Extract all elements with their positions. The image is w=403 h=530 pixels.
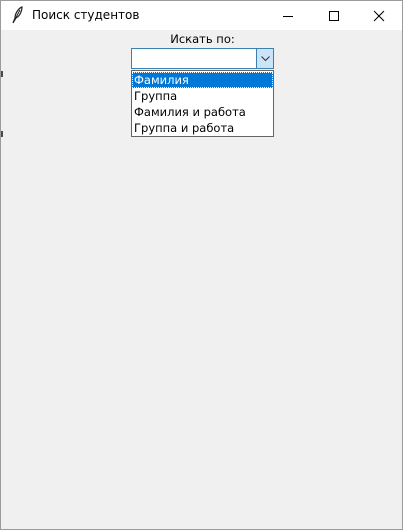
dropdown-option-surname[interactable]: Фамилия [132,72,273,88]
chevron-down-icon [260,55,270,61]
window-edge-mark [1,71,3,77]
search-by-dropdown-list[interactable]: Фамилия Группа Фамилия и работа Группа и… [131,70,274,137]
maximize-icon [329,10,339,21]
title-bar[interactable]: Поиск студентов [1,1,402,30]
search-by-combobox[interactable] [131,48,274,69]
close-icon [373,10,385,21]
search-by-label: Искать по: [170,32,235,46]
maximize-button[interactable] [311,1,357,30]
minimize-icon [283,15,293,17]
close-button[interactable] [356,1,402,30]
app-window: Поиск студентов Искать по: Фамилия Групп… [0,0,403,530]
window-title: Поиск студентов [32,8,140,22]
dropdown-option-surname-and-work[interactable]: Фамилия и работа [132,104,273,120]
window-edge-mark [1,131,3,137]
dropdown-option-group-and-work[interactable]: Группа и работа [132,120,273,136]
combobox-dropdown-button[interactable] [256,49,273,68]
combobox-focus-outline [131,48,274,69]
minimize-button[interactable] [265,1,311,30]
feather-icon [12,6,23,24]
dropdown-option-group[interactable]: Группа [132,88,273,104]
